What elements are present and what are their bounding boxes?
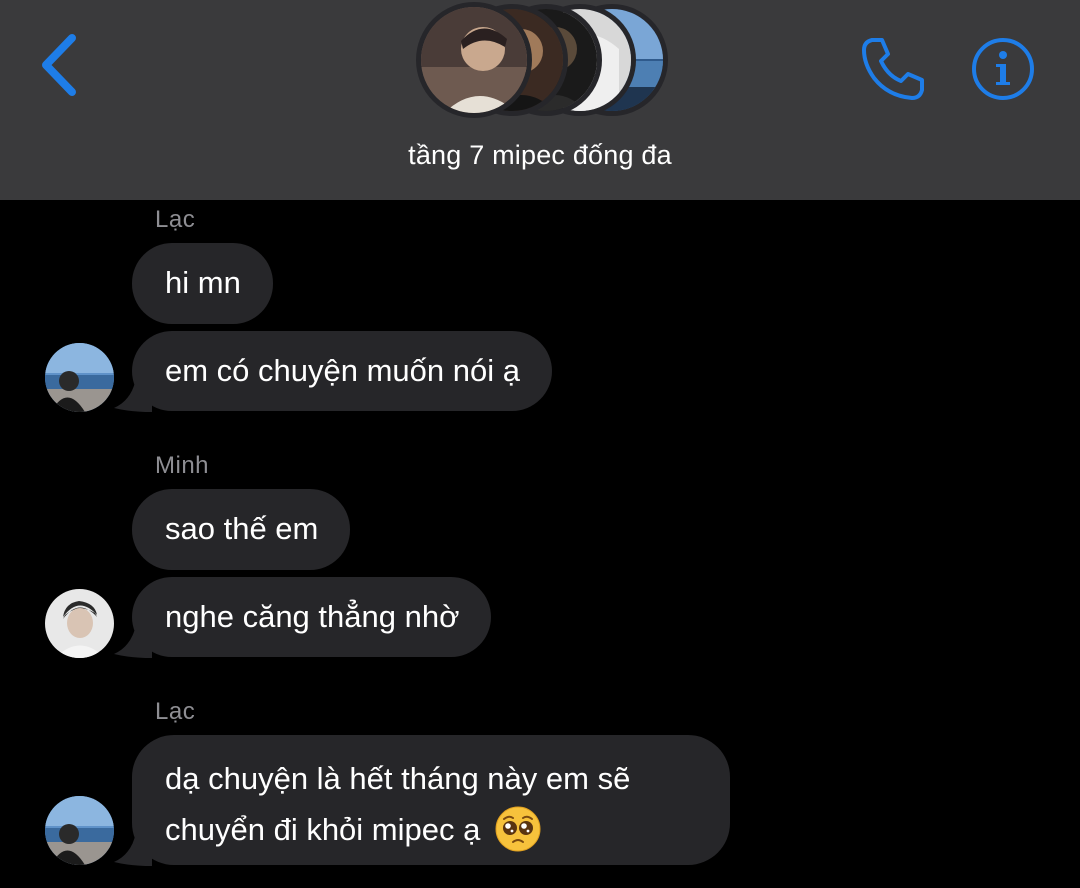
message-text: sao thế em bbox=[165, 511, 319, 546]
message-bubble[interactable]: nghe căng thẳng nhờ bbox=[132, 577, 492, 657]
message-text: nghe căng thẳng nhờ bbox=[165, 599, 460, 634]
bubble-tail bbox=[114, 378, 152, 412]
member-avatar bbox=[416, 2, 532, 118]
sender-name: Lạc bbox=[155, 698, 196, 725]
message-bubble[interactable]: em có chuyện muốn nói ạ bbox=[132, 331, 552, 411]
message-bubble[interactable]: hi mn bbox=[132, 243, 273, 324]
avatar[interactable] bbox=[45, 343, 114, 412]
sender-name: Minh bbox=[155, 452, 210, 479]
avatar[interactable] bbox=[45, 796, 114, 865]
message-text-line: chuyển đi khỏi mipec ạ bbox=[165, 804, 690, 855]
call-button[interactable] bbox=[858, 34, 928, 104]
message-text: em có chuyện muốn nói ạ bbox=[165, 353, 520, 388]
bubble-tail bbox=[114, 624, 152, 658]
phone-icon bbox=[862, 38, 924, 100]
message-bubble[interactable]: dạ chuyện là hết tháng này em sẽ chuyển … bbox=[132, 735, 730, 865]
message-bubble[interactable]: sao thế em bbox=[132, 489, 351, 570]
chat-screen: tầng 7 mipec đống đa Lạc hi mn em có chu… bbox=[0, 0, 1080, 888]
message-text: hi mn bbox=[165, 265, 241, 300]
info-button[interactable] bbox=[970, 36, 1036, 102]
bubble-tail bbox=[114, 832, 152, 866]
info-icon bbox=[972, 38, 1034, 100]
pleading-face-emoji bbox=[495, 806, 541, 852]
avatar[interactable] bbox=[45, 589, 114, 658]
message-text-line: dạ chuyện là hết tháng này em sẽ bbox=[165, 761, 631, 796]
sender-name: Lạc bbox=[155, 206, 196, 233]
message-text: chuyển đi khỏi mipec ạ bbox=[165, 812, 481, 847]
chat-header: tầng 7 mipec đống đa bbox=[0, 0, 1080, 200]
group-title[interactable]: tầng 7 mipec đống đa bbox=[0, 140, 1080, 171]
